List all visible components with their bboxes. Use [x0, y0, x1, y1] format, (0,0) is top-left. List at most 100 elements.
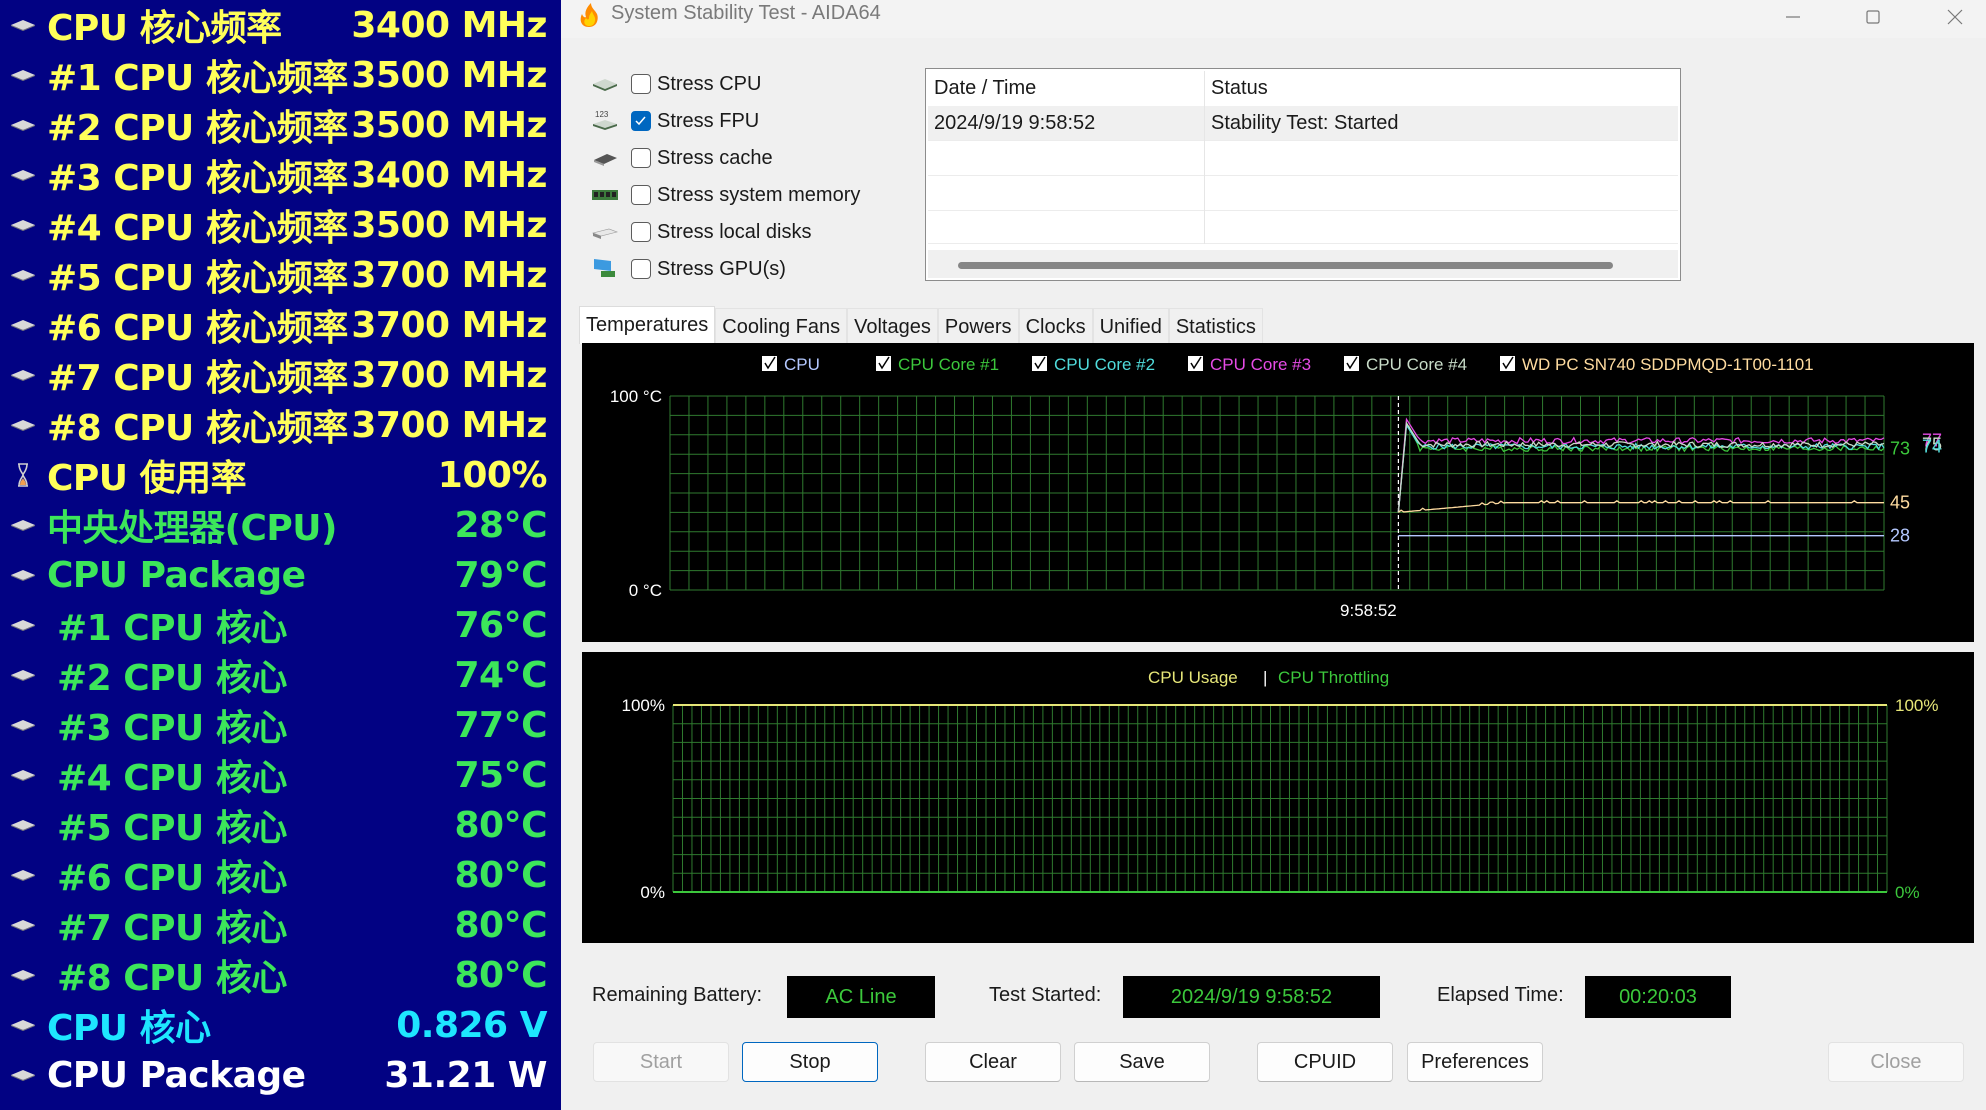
maximize-button[interactable] — [1843, 0, 1903, 34]
stress-option[interactable]: Stress system memory — [591, 179, 860, 211]
log-horizontal-scrollbar[interactable] — [928, 250, 1678, 278]
column-header-datetime[interactable]: Date / Time — [928, 71, 1204, 106]
sensor-row: #6 CPU 核心 80°C — [0, 850, 561, 900]
scrollbar-thumb[interactable] — [958, 262, 1613, 269]
y-tick-right-100: 100% — [1895, 696, 1938, 715]
chip-icon — [11, 320, 35, 331]
sensor-label: #5 CPU 核心 — [57, 808, 287, 849]
chip-icon — [11, 270, 35, 281]
series-line — [1397, 420, 1885, 513]
sensor-value: 80°C — [454, 954, 547, 996]
stress-option-label[interactable]: Stress CPU — [657, 73, 761, 96]
stress-option-label[interactable]: Stress system memory — [657, 184, 860, 207]
sensor-value: 3700 MHz — [351, 254, 547, 296]
stress-option[interactable]: Stress CPU — [591, 68, 761, 100]
legend-item[interactable]: WD PC SN740 SDDPMQD-1T00-1101 — [1500, 355, 1814, 374]
sensor-value: 77°C — [454, 704, 547, 746]
legend-item[interactable]: CPU Core #1 — [876, 355, 999, 374]
log-row-empty — [928, 141, 1678, 176]
legend-item[interactable]: CPU — [762, 355, 820, 374]
checkbox[interactable] — [631, 185, 651, 205]
series-end-label: 73 — [1890, 438, 1910, 458]
legend-label: CPU Core #1 — [898, 355, 999, 374]
sensor-row: #3 CPU 核心频率 3400 MHz — [0, 150, 561, 200]
sensor-label: CPU 核心频率 — [47, 8, 282, 49]
checkbox[interactable] — [631, 259, 651, 279]
stress-option[interactable]: Stress local disks — [591, 216, 812, 248]
close-button[interactable]: Close — [1828, 1042, 1964, 1082]
legend-item[interactable]: CPU Core #3 — [1188, 355, 1311, 374]
checkbox[interactable] — [631, 222, 651, 242]
sensor-row: 中央处理器(CPU) 28°C — [0, 500, 561, 550]
title-bar[interactable]: System Stability Test - AIDA64 — [561, 0, 1986, 38]
y-tick-100: 100 °C — [610, 387, 662, 406]
series-end-label: 74 — [1922, 436, 1942, 456]
chart-grid — [672, 704, 1888, 893]
sensor-value: 3700 MHz — [351, 304, 547, 346]
sensor-value: 80°C — [454, 904, 547, 946]
sensor-value: 75°C — [454, 754, 547, 796]
minimize-button[interactable] — [1763, 0, 1823, 34]
preferences-button[interactable]: Preferences — [1407, 1042, 1543, 1082]
y-tick-left-100: 100% — [622, 696, 665, 715]
stress-option[interactable]: Stress cache — [591, 142, 773, 174]
tab-temperatures[interactable]: Temperatures — [579, 306, 716, 344]
sensor-row: #8 CPU 核心频率 3700 MHz — [0, 400, 561, 450]
stop-button[interactable]: Stop — [742, 1042, 878, 1082]
chip-icon — [11, 970, 35, 981]
legend-item[interactable]: CPU Core #4 — [1344, 355, 1467, 374]
legend-item[interactable]: CPU Core #2 — [1032, 355, 1155, 374]
checkbox[interactable] — [631, 148, 651, 168]
stress-option[interactable]: 123 Stress FPU — [591, 105, 759, 137]
battery-label: Remaining Battery: — [592, 984, 763, 1006]
test-started-label: Test Started: — [989, 984, 1102, 1006]
log-table[interactable]: Date / Time Status 2024/9/19 9:58:52 Sta… — [925, 68, 1681, 281]
legend-label: CPU Core #3 — [1210, 355, 1311, 374]
log-cell-empty — [1204, 141, 1678, 176]
sensor-label: CPU 使用率 — [47, 458, 247, 499]
close-window-button[interactable] — [1925, 0, 1985, 34]
sensor-value: 3500 MHz — [351, 104, 547, 146]
chip-icon — [11, 1070, 35, 1081]
log-row[interactable]: 2024/9/19 9:58:52 Stability Test: Starte… — [928, 106, 1678, 141]
sensor-row: #1 CPU 核心频率 3500 MHz — [0, 50, 561, 100]
tab-clocks[interactable]: Clocks — [1018, 308, 1093, 344]
close-icon — [1947, 9, 1963, 25]
clear-button[interactable]: Clear — [925, 1042, 1061, 1082]
sensor-value: 3700 MHz — [351, 354, 547, 396]
chip-icon — [11, 1020, 35, 1031]
checkbox[interactable] — [631, 111, 651, 131]
sensor-label: #3 CPU 核心 — [57, 708, 287, 749]
chip-icon — [11, 920, 35, 931]
test-info-row: Remaining Battery: AC Line Test Started:… — [561, 976, 1986, 1018]
sensor-label: #1 CPU 核心频率 — [47, 58, 348, 99]
save-button[interactable]: Save — [1074, 1042, 1210, 1082]
sensor-label: CPU Package — [47, 1054, 306, 1096]
sensor-row: #4 CPU 核心 75°C — [0, 750, 561, 800]
stress-option-label[interactable]: Stress cache — [657, 147, 773, 170]
log-row-empty — [928, 211, 1678, 244]
checkbox[interactable] — [631, 74, 651, 94]
tab-unified[interactable]: Unified — [1092, 308, 1169, 344]
sensor-row: CPU Package 31.21 W — [0, 1050, 561, 1100]
column-header-status[interactable]: Status — [1204, 71, 1678, 106]
stress-option-label[interactable]: Stress GPU(s) — [657, 258, 786, 281]
stress-option-label[interactable]: Stress FPU — [657, 110, 759, 133]
stress-option-label[interactable]: Stress local disks — [657, 221, 812, 244]
legend-separator: | — [1263, 668, 1267, 687]
tab-cooling-fans[interactable]: Cooling Fans — [715, 308, 848, 344]
series-line — [1397, 421, 1885, 513]
chip-icon — [11, 770, 35, 781]
tab-statistics[interactable]: Statistics — [1168, 308, 1263, 344]
sensor-value: 28°C — [454, 504, 547, 546]
series-end-label: 28 — [1890, 526, 1910, 546]
start-button[interactable]: Start — [593, 1042, 729, 1082]
tab-powers[interactable]: Powers — [937, 308, 1019, 344]
cpuid-button[interactable]: CPUID — [1257, 1042, 1393, 1082]
legend-cpu-throttling: CPU Throttling — [1278, 668, 1389, 687]
sensor-value: 3700 MHz — [351, 404, 547, 446]
tab-voltages[interactable]: Voltages — [847, 308, 938, 344]
stress-option[interactable]: Stress GPU(s) — [591, 253, 786, 285]
chip-icon — [11, 420, 35, 431]
legend-label: CPU — [784, 355, 820, 374]
